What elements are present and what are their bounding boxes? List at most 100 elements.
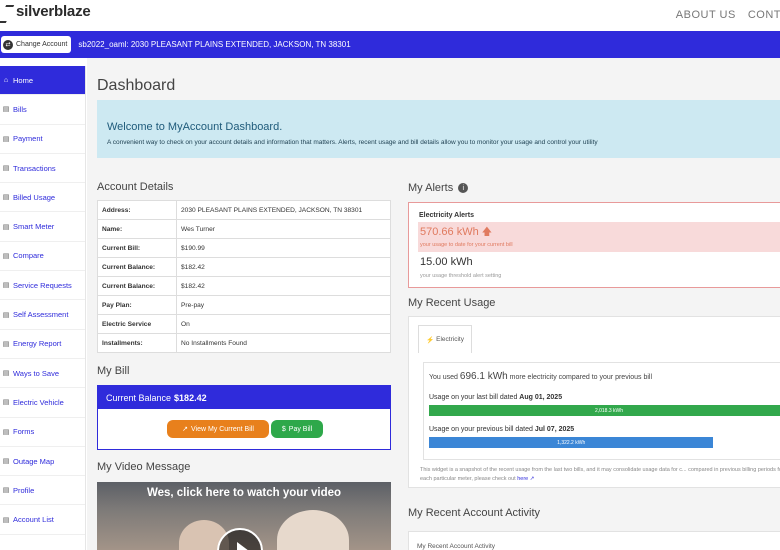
table-row: Installments: No Installments Found [97,333,391,353]
sidebar-item-label: Account List [13,515,54,525]
sidebar-item-outage-map[interactable]: ▤ Outage Map [0,447,85,477]
detail-label: Installments: [97,333,177,353]
alerts-card: Electricity Alerts 570.66 kWh 🡅 your usag… [408,202,780,288]
detail-label: Name: [97,219,177,239]
view-bill-label: View My Current Bill [190,425,254,433]
sidebar-item-label: Outage Map [13,456,55,466]
table-row: Current Balance: $182.42 [97,276,391,296]
sidebar-item-profile[interactable]: ▤ Profile [0,476,85,506]
usage-note-text: This widget is a snapshot of the recent … [420,467,780,482]
nav-about-us[interactable]: ABOUT US [676,9,736,21]
detail-value: $182.42 [176,257,391,277]
prev-bill-label: Usage on your previous bill dated Jul 07… [429,426,574,433]
forms-icon: ▤ [2,428,10,436]
video-caption: Wes, click here to watch your video [146,487,342,499]
video-message-title: My Video Message [97,461,191,473]
home-icon: ⌂ [3,76,9,84]
sidebar-item-label: Ways to Save [13,368,59,378]
bill-balance-header: Current Balance $182.42 [98,386,390,409]
prev-bill-usage-bar: 1,322.2 kWh [429,437,714,448]
top-header: silverblaze ABOUT US CONTA [0,0,780,30]
detail-label: Address: [97,200,177,220]
external-link-icon: ↗ [529,476,535,482]
sidebar-item-service-requests[interactable]: ▤ Service Requests [0,271,85,301]
last-bill-date: Aug 01, 2025 [519,394,563,401]
transactions-icon: ▤ [2,165,10,173]
sidebar-item-label: Energy Report [13,339,62,349]
view-current-bill-button[interactable]: ↗ View My Current Bill [167,420,269,438]
ways-to-save-icon: ▤ [2,370,10,378]
detail-value: $182.42 [176,276,391,296]
sidebar-item-label: Home [13,75,34,85]
detail-value: 2030 PLEASANT PLAINS EXTENDED, JACKSON, … [176,200,391,220]
sidebar-item-electric-vehicle[interactable]: ▤ Electric Vehicle [0,388,85,418]
brand-name: silverblaze [16,3,91,20]
change-account-label: Change Account [16,41,68,48]
welcome-banner: Welcome to MyAccount Dashboard. A conven… [97,100,780,158]
detail-value: Wes Turner [176,219,391,239]
service-requests-icon: ▤ [2,282,10,290]
sidebar-item-label: Forms [13,427,35,437]
compare-icon: ▤ [2,252,10,260]
pay-bill-label: Pay Bill [288,425,313,433]
last-bill-usage-bar: 2,018.3 kWh [429,405,780,416]
sidebar-item-bills[interactable]: ▤ Bills [0,95,85,125]
usage-difference: You used 696.1 kWh more electricity comp… [429,371,652,382]
usage-note-link[interactable]: here [517,476,528,482]
sidebar-item-home[interactable]: ⌂ Home [0,66,85,96]
used-value: 696.1 kWh [459,371,508,382]
tab-electricity[interactable]: ⚡ Electricity [418,325,472,353]
sidebar-item-smart-meter[interactable]: ▤ Smart Meter [0,212,85,242]
info-icon[interactable]: i [458,183,469,194]
video-thumbnail[interactable]: Wes, click here to watch your video [97,482,391,550]
change-account-button[interactable]: ⇄ Change Account [1,36,72,53]
threshold-label: your usage threshold alert setting [420,273,502,279]
alerts-heading: Electricity Alerts [419,212,474,219]
used-prefix: You used [429,374,458,381]
outage-map-icon: ▤ [2,458,10,465]
used-suffix: more electricity compared to your previo… [509,374,653,381]
sidebar-item-self-assessment[interactable]: ▤ Self Assessment [0,300,85,330]
table-row: Electric Service On [97,314,391,334]
recent-usage-card: ⚡ Electricity You used 696.1 kWh more el… [408,316,780,488]
switch-account-icon: ⇄ [3,39,13,50]
pay-bill-button[interactable]: $ Pay Bill [271,420,323,438]
sidebar-item-energy-report[interactable]: ▤ Energy Report [0,330,85,359]
sidebar-item-billed-usage[interactable]: ▤ Billed Usage [0,183,85,213]
recent-activity-title: My Recent Account Activity [408,507,541,519]
detail-label: Pay Plan: [97,295,177,315]
detail-value: On [176,314,391,334]
page-title: Dashboard [97,77,176,94]
recent-activity-sub: My Recent Account Activity [417,543,496,550]
recent-activity-card: My Recent Account Activity [408,531,780,550]
detail-label: Current Balance: [97,257,177,277]
detail-value: No Installments Found [176,333,391,353]
billed-usage-icon: ▤ [2,194,10,202]
energy-report-icon: ▤ [2,340,10,348]
payment-icon: ▤ [2,135,10,143]
profile-icon: ▤ [2,487,10,495]
table-row: Address: 2030 PLEASANT PLAINS EXTENDED, J… [97,200,391,220]
sidebar-item-forms[interactable]: ▤ Forms [0,418,85,447]
arrow-up-icon: 🡅 [481,227,492,238]
account-list-icon: ▤ [2,516,10,524]
sidebar-item-compare[interactable]: ▤ Compare [0,242,85,272]
detail-value: $190.99 [176,238,391,258]
table-row: Current Bill: $190.99 [97,238,391,258]
sidebar-item-payment[interactable]: ▤ Payment [0,125,85,154]
sidebar-item-ways-to-save[interactable]: ▤ Ways to Save [0,359,85,389]
sidebar-item-transactions[interactable]: ▤ Transactions [0,154,85,184]
nav-contact[interactable]: CONTA [748,9,780,21]
top-nav: ABOUT US CONTA [676,9,780,21]
balance-value: $182.42 [174,392,207,403]
sidebar-item-label: Payment [13,134,43,144]
current-account-text: sb2022_oaml: 2030 PLEASANT PLAINS EXTEND… [78,40,351,49]
bills-icon: ▤ [2,106,10,114]
dollar-icon: $ [281,425,286,433]
my-bill-card: Current Balance $182.42 ↗ View My Curren… [97,385,391,450]
brand-logo[interactable]: silverblaze [0,3,91,20]
sidebar-item-account-list[interactable]: ▤ Account List [0,505,85,535]
prev-bill-label-text: Usage on your previous bill dated [429,426,533,433]
sidebar-item-label: Electric Vehicle [13,397,64,407]
alerts-title-text: My Alerts [408,182,454,194]
